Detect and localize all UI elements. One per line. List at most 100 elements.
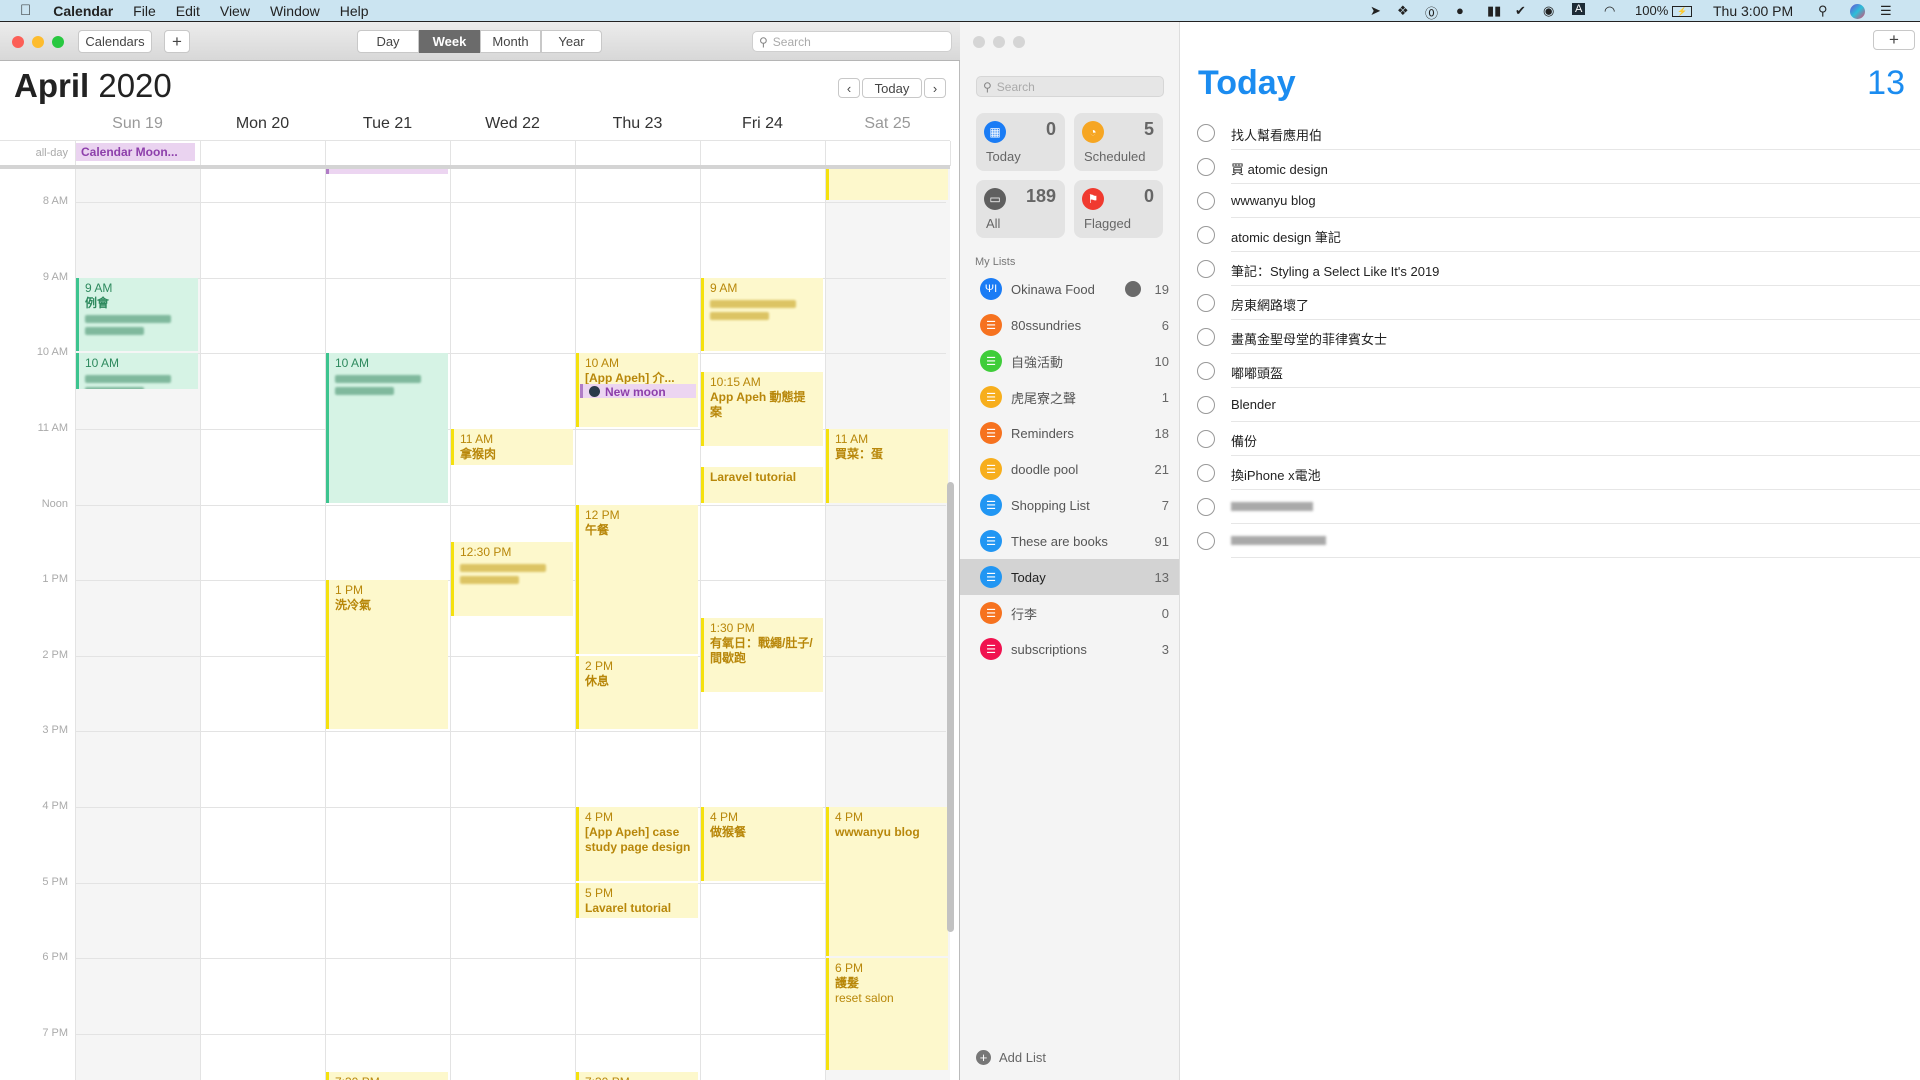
reminder-checkbox[interactable] bbox=[1197, 124, 1215, 142]
menu-file[interactable]: File bbox=[133, 3, 156, 19]
smart-list-flagged[interactable]: ⚑ 0 Flagged bbox=[1074, 180, 1163, 238]
reminder-checkbox[interactable] bbox=[1197, 226, 1215, 244]
reminder-checkbox[interactable] bbox=[1197, 464, 1215, 482]
tab-year[interactable]: Year bbox=[541, 30, 602, 53]
calendar-event[interactable]: 2 PM 休息 bbox=[576, 655, 698, 730]
day-column[interactable] bbox=[200, 169, 325, 1080]
add-event-button[interactable]: + bbox=[164, 30, 190, 53]
calendar-event[interactable]: 10:15 AM App Apeh 動態提案 bbox=[701, 372, 823, 446]
list-item[interactable]: ☰ 80ssundries 6 bbox=[960, 307, 1179, 343]
reminder-title[interactable]: 房東網路壞了 bbox=[1231, 295, 1309, 314]
prev-week-button[interactable]: ‹ bbox=[838, 78, 860, 98]
input-source-icon[interactable]: A bbox=[1572, 3, 1586, 15]
calendar-event[interactable]: 12 PM 午餐 bbox=[576, 504, 698, 654]
telegram-icon[interactable]: ◉ bbox=[1543, 3, 1554, 19]
menu-edit[interactable]: Edit bbox=[176, 3, 200, 19]
clock[interactable]: Thu 3:00 PM bbox=[1713, 3, 1793, 19]
list-item[interactable]: ☰ 虎尾寮之聲 1 bbox=[960, 379, 1179, 415]
siri-icon[interactable] bbox=[1850, 4, 1865, 19]
calendar-event[interactable] bbox=[826, 169, 948, 201]
reminder-checkbox[interactable] bbox=[1197, 192, 1215, 210]
minimize-button[interactable] bbox=[993, 36, 1005, 48]
zoom-button[interactable] bbox=[1013, 36, 1025, 48]
calendar-event[interactable]: 7:30 PM bbox=[326, 1071, 448, 1080]
reminder-checkbox[interactable] bbox=[1197, 294, 1215, 312]
calendar-event[interactable]: 5 PM Lavarel tutorial bbox=[576, 882, 698, 919]
reminder-title[interactable]: 畫萬金聖母堂的菲律賓女士 bbox=[1231, 329, 1387, 348]
dropbox-icon[interactable]: ❖ bbox=[1397, 3, 1409, 19]
calendar-event[interactable]: 11 AM 拿猴肉 bbox=[451, 429, 573, 465]
check-badge-icon[interactable]: ✔ bbox=[1515, 3, 1526, 19]
add-list-button[interactable]: + Add List bbox=[976, 1050, 1046, 1065]
wifi-icon[interactable]: ◠ bbox=[1604, 3, 1615, 19]
reminder-checkbox[interactable] bbox=[1197, 362, 1215, 380]
all-day-event[interactable]: Calendar Moon... bbox=[75, 143, 195, 161]
menu-view[interactable]: View bbox=[220, 3, 250, 19]
notification-center-icon[interactable]: ☰ bbox=[1880, 3, 1892, 19]
reminder-checkbox[interactable] bbox=[1197, 328, 1215, 346]
calendar-event[interactable]: 1 PM 洗冷氣 bbox=[326, 580, 448, 730]
list-item[interactable]: ☰ subscriptions 3 bbox=[960, 631, 1179, 667]
reminder-title[interactable]: 筆記：Styling a Select Like It's 2019 bbox=[1231, 261, 1439, 280]
calendar-event[interactable]: 7:30 PM bbox=[576, 1071, 698, 1080]
reminder-title[interactable]: 嘟嘟頭盔 bbox=[1231, 363, 1283, 382]
calendar-event[interactable]: 4 PM wwwanyu blog bbox=[826, 807, 948, 957]
reminder-checkbox[interactable] bbox=[1197, 260, 1215, 278]
menu-help[interactable]: Help bbox=[340, 3, 369, 19]
list-item[interactable]: ☰ Reminders 18 bbox=[960, 415, 1179, 451]
calendar-event[interactable]: 6 PM 護髮 reset salon bbox=[826, 958, 948, 1070]
spotlight-icon[interactable]: ⚲ bbox=[1818, 3, 1828, 19]
close-button[interactable] bbox=[973, 36, 985, 48]
location-icon[interactable]: ➤ bbox=[1370, 3, 1381, 19]
zoom-button[interactable] bbox=[52, 36, 64, 48]
day-column[interactable] bbox=[450, 169, 575, 1080]
add-reminder-button[interactable]: + bbox=[1873, 30, 1915, 50]
reminder-checkbox[interactable] bbox=[1197, 532, 1215, 550]
calendar-event[interactable]: 1:30 PM 有氧日：戰繩/肚子/間歇跑 bbox=[701, 618, 823, 692]
calendar-event[interactable]: 10 AM bbox=[76, 353, 198, 390]
next-week-button[interactable]: › bbox=[924, 78, 946, 98]
calendar-event[interactable]: 4 PM [App Apeh] case study page design bbox=[576, 807, 698, 881]
calendar-search-input[interactable]: ⚲ Search bbox=[752, 31, 952, 52]
reminder-title[interactable]: atomic design 筆記 bbox=[1231, 227, 1341, 246]
grid-app-icon[interactable]: ▮▮ bbox=[1487, 3, 1501, 19]
reminder-checkbox[interactable] bbox=[1197, 430, 1215, 448]
reminder-checkbox[interactable] bbox=[1197, 498, 1215, 516]
calendar-event[interactable]: 4 PM 做猴餐 bbox=[701, 807, 823, 881]
menu-window[interactable]: Window bbox=[270, 3, 320, 19]
reminder-checkbox[interactable] bbox=[1197, 396, 1215, 414]
list-item[interactable]: ☰ doodle pool 21 bbox=[960, 451, 1179, 487]
list-item[interactable]: ☰ Shopping List 7 bbox=[960, 487, 1179, 523]
calendar-event[interactable]: 11 AM 買菜：蛋 bbox=[826, 429, 948, 503]
calendar-event[interactable]: 9 AM 例會 bbox=[76, 277, 198, 352]
onepassword-icon[interactable]: ⓪ bbox=[1425, 3, 1438, 22]
list-item[interactable]: ☰ These are books 91 bbox=[960, 523, 1179, 559]
tab-day[interactable]: Day bbox=[357, 30, 419, 53]
menu-app-name[interactable]: Calendar bbox=[53, 3, 113, 19]
calendar-event[interactable]: New moon bbox=[580, 383, 696, 399]
reminder-title[interactable]: 買 atomic design bbox=[1231, 159, 1328, 178]
calendars-button[interactable]: Calendars bbox=[78, 30, 152, 53]
reminder-title[interactable]: 找人幫看應用伯 bbox=[1231, 125, 1322, 144]
scrollbar[interactable] bbox=[947, 482, 954, 932]
calendar-event[interactable]: Laravel tutorial bbox=[701, 466, 823, 503]
list-item[interactable]: ☰ 自強活動 10 bbox=[960, 343, 1179, 379]
reminder-title[interactable]: Blender bbox=[1231, 397, 1276, 412]
list-item[interactable]: ☰ Today 13 bbox=[960, 559, 1179, 595]
list-item[interactable]: ☰ 行李 0 bbox=[960, 595, 1179, 631]
battery-icon[interactable]: ⚡ bbox=[1672, 6, 1692, 17]
reminder-checkbox[interactable] bbox=[1197, 158, 1215, 176]
minimize-button[interactable] bbox=[32, 36, 44, 48]
reminder-title[interactable]: wwwanyu blog bbox=[1231, 193, 1316, 208]
reminder-title[interactable]: 備份 bbox=[1231, 431, 1257, 450]
apple-menu-icon[interactable]:  bbox=[20, 2, 31, 19]
calendar-event[interactable]: Apogee, 202,3… bbox=[326, 169, 448, 174]
calendar-event[interactable]: 10 AM bbox=[326, 353, 448, 503]
smart-list-today[interactable]: ▦ 0 Today bbox=[976, 113, 1065, 171]
today-button[interactable]: Today bbox=[862, 78, 922, 98]
calendar-event[interactable]: 12:30 PM bbox=[451, 542, 573, 617]
calendar-event[interactable]: 9 AM bbox=[701, 277, 823, 352]
list-item[interactable]: ΨΙ Okinawa Food 19 bbox=[960, 271, 1179, 307]
reminders-search-input[interactable]: ⚲ Search bbox=[976, 76, 1164, 97]
tab-month[interactable]: Month bbox=[480, 30, 541, 53]
